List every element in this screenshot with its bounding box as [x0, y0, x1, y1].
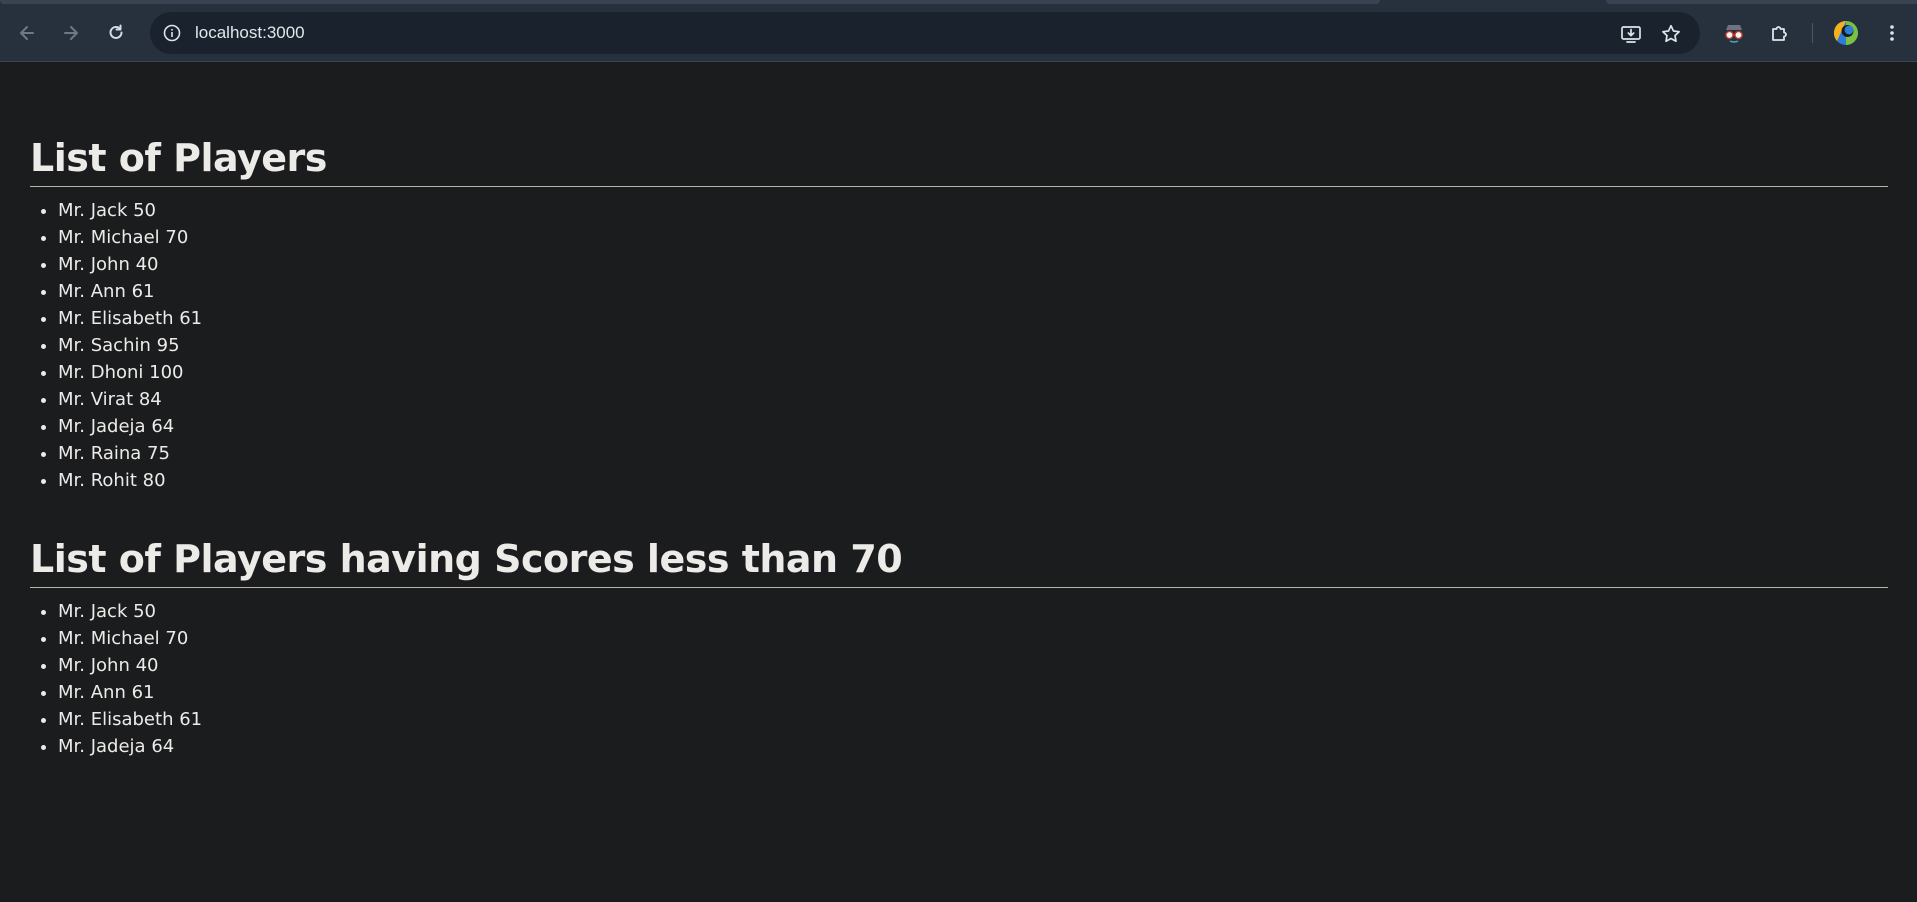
all-players-list: Mr. Jack 50 Mr. Michael 70 Mr. John 40 M… — [30, 197, 1888, 494]
list-item: Mr. John 40 — [58, 251, 1888, 278]
list-item: Mr. John 40 — [58, 652, 1888, 679]
back-arrow-icon — [20, 26, 34, 40]
list-item: Mr. Elisabeth 61 — [58, 706, 1888, 733]
forward-button[interactable] — [56, 18, 86, 48]
spy-glasses-icon — [1725, 25, 1743, 43]
install-app-button[interactable] — [1620, 23, 1642, 45]
site-info-button[interactable] — [162, 23, 182, 43]
list-item: Mr. Elisabeth 61 — [58, 305, 1888, 332]
address-bar[interactable]: localhost:3000 — [150, 12, 1700, 54]
list-item: Mr. Michael 70 — [58, 625, 1888, 652]
back-button[interactable] — [12, 18, 42, 48]
profile-avatar — [1833, 20, 1858, 45]
forward-arrow-icon — [64, 26, 78, 40]
tab-strip — [0, 0, 1380, 4]
incognito-button[interactable] — [1720, 19, 1748, 47]
list-item: Mr. Jack 50 — [58, 598, 1888, 625]
url-text[interactable]: localhost:3000 — [195, 12, 305, 54]
kebab-menu-icon — [1890, 25, 1894, 41]
menu-button[interactable] — [1878, 19, 1906, 47]
list-item: Mr. Raina 75 — [58, 440, 1888, 467]
extensions-button[interactable] — [1766, 19, 1794, 47]
list-item: Mr. Ann 61 — [58, 278, 1888, 305]
list-item: Mr. Michael 70 — [58, 224, 1888, 251]
list-item: Mr. Jadeja 64 — [58, 413, 1888, 440]
list-item: Mr. Rohit 80 — [58, 467, 1888, 494]
info-icon — [163, 24, 181, 42]
low-score-players-list: Mr. Jack 50 Mr. Michael 70 Mr. John 40 M… — [30, 598, 1888, 760]
list-item: Mr. Jack 50 — [58, 197, 1888, 224]
low-score-players-heading: List of Players having Scores less than … — [30, 537, 1888, 588]
page-content: List of Players Mr. Jack 50 Mr. Michael … — [30, 62, 1888, 760]
install-app-icon — [1621, 26, 1641, 43]
all-players-section: List of Players Mr. Jack 50 Mr. Michael … — [30, 136, 1888, 494]
browser-toolbar: localhost:3000 — [0, 0, 1917, 62]
list-item: Mr. Jadeja 64 — [58, 733, 1888, 760]
low-score-players-section: List of Players having Scores less than … — [30, 537, 1888, 760]
list-item: Mr. Virat 84 — [58, 386, 1888, 413]
all-players-heading: List of Players — [30, 136, 1888, 187]
toolbar-separator — [1812, 23, 1813, 43]
puzzle-icon — [1772, 26, 1787, 41]
bookmark-button[interactable] — [1660, 23, 1682, 45]
list-item: Mr. Ann 61 — [58, 679, 1888, 706]
tab-strip-right — [1606, 0, 1917, 4]
list-item: Mr. Sachin 95 — [58, 332, 1888, 359]
profile-button[interactable] — [1832, 19, 1860, 47]
reload-icon — [109, 24, 123, 39]
list-item: Mr. Dhoni 100 — [58, 359, 1888, 386]
star-icon — [1662, 24, 1680, 43]
reload-button[interactable] — [101, 18, 131, 48]
